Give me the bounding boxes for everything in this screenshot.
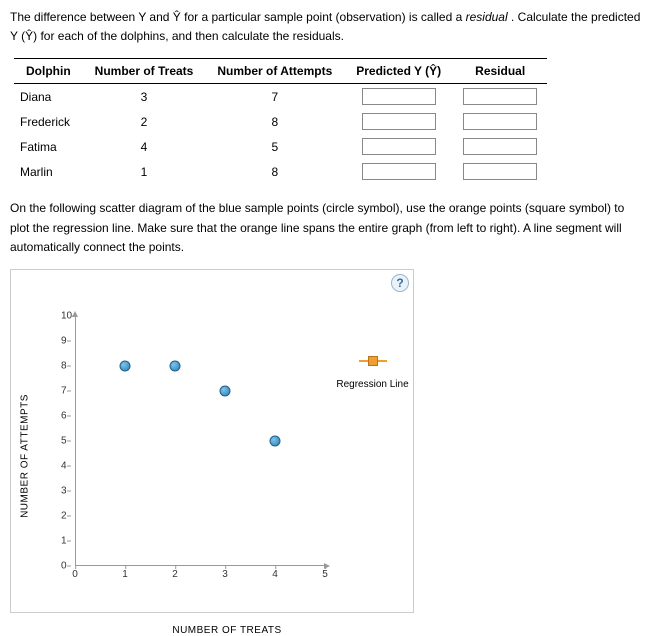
x-tick: 2: [172, 569, 178, 580]
y-axis-label: NUMBER OF ATTEMPTS: [20, 394, 31, 518]
residual-input[interactable]: [463, 163, 537, 180]
data-point: [270, 435, 281, 446]
y-tick: 3: [61, 485, 67, 496]
x-tick: 1: [122, 569, 128, 580]
cell-name: Frederick: [14, 109, 83, 134]
y-tick: 1: [61, 535, 67, 546]
col-dolphin: Dolphin: [14, 59, 83, 84]
cell-treats: 2: [83, 109, 206, 134]
y-tick: 7: [61, 385, 67, 396]
legend-label: Regression Line: [336, 379, 408, 390]
cell-attempts: 8: [205, 159, 344, 184]
table-row: Marlin18: [14, 159, 547, 184]
y-tick: 8: [61, 360, 67, 371]
residual-term: residual: [466, 10, 508, 24]
x-tick: 3: [222, 569, 228, 580]
table-row: Frederick28: [14, 109, 547, 134]
data-point: [170, 360, 181, 371]
cell-treats: 4: [83, 134, 206, 159]
cell-treats: 1: [83, 159, 206, 184]
col-residual: Residual: [453, 59, 547, 84]
dolphin-table: Dolphin Number of Treats Number of Attem…: [14, 58, 547, 184]
predicted-input[interactable]: [362, 113, 436, 130]
table-row: Diana37: [14, 84, 547, 110]
table-row: Fatima45: [14, 134, 547, 159]
predicted-input[interactable]: [362, 88, 436, 105]
residual-input[interactable]: [463, 113, 537, 130]
x-tick: 4: [272, 569, 278, 580]
x-tick: 0: [72, 569, 78, 580]
predicted-input[interactable]: [362, 138, 436, 155]
legend-square-icon[interactable]: [359, 356, 387, 366]
col-treats: Number of Treats: [83, 59, 206, 84]
cell-name: Fatima: [14, 134, 83, 159]
predicted-input[interactable]: [362, 163, 436, 180]
residual-input[interactable]: [463, 138, 537, 155]
cell-name: Marlin: [14, 159, 83, 184]
cell-attempts: 8: [205, 109, 344, 134]
data-point: [220, 385, 231, 396]
y-tick: 5: [61, 435, 67, 446]
y-tick: 10: [61, 310, 72, 321]
intro-a: The difference between Y and Ŷ for a par…: [10, 10, 466, 24]
y-tick: 2: [61, 510, 67, 521]
chart-container: ? NUMBER OF ATTEMPTS Regression Line 012…: [10, 269, 414, 613]
cell-treats: 3: [83, 84, 206, 110]
y-tick: 0: [61, 560, 67, 571]
x-tick: 5: [322, 569, 328, 580]
residual-input[interactable]: [463, 88, 537, 105]
y-tick: 9: [61, 335, 67, 346]
cell-attempts: 5: [205, 134, 344, 159]
col-attempts: Number of Attempts: [205, 59, 344, 84]
help-button[interactable]: ?: [391, 274, 409, 292]
y-tick: 6: [61, 410, 67, 421]
legend[interactable]: Regression Line: [330, 356, 415, 390]
instructions-2: On the following scatter diagram of the …: [10, 199, 645, 257]
cell-name: Diana: [14, 84, 83, 110]
instructions-1: The difference between Y and Ŷ for a par…: [10, 8, 645, 46]
cell-attempts: 7: [205, 84, 344, 110]
col-predicted: Predicted Y (Ŷ): [344, 59, 453, 84]
x-axis-label: NUMBER OF TREATS: [172, 625, 281, 636]
data-point: [120, 360, 131, 371]
scatter-plot[interactable]: Regression Line 012345012345678910: [75, 316, 325, 566]
y-tick: 4: [61, 460, 67, 471]
